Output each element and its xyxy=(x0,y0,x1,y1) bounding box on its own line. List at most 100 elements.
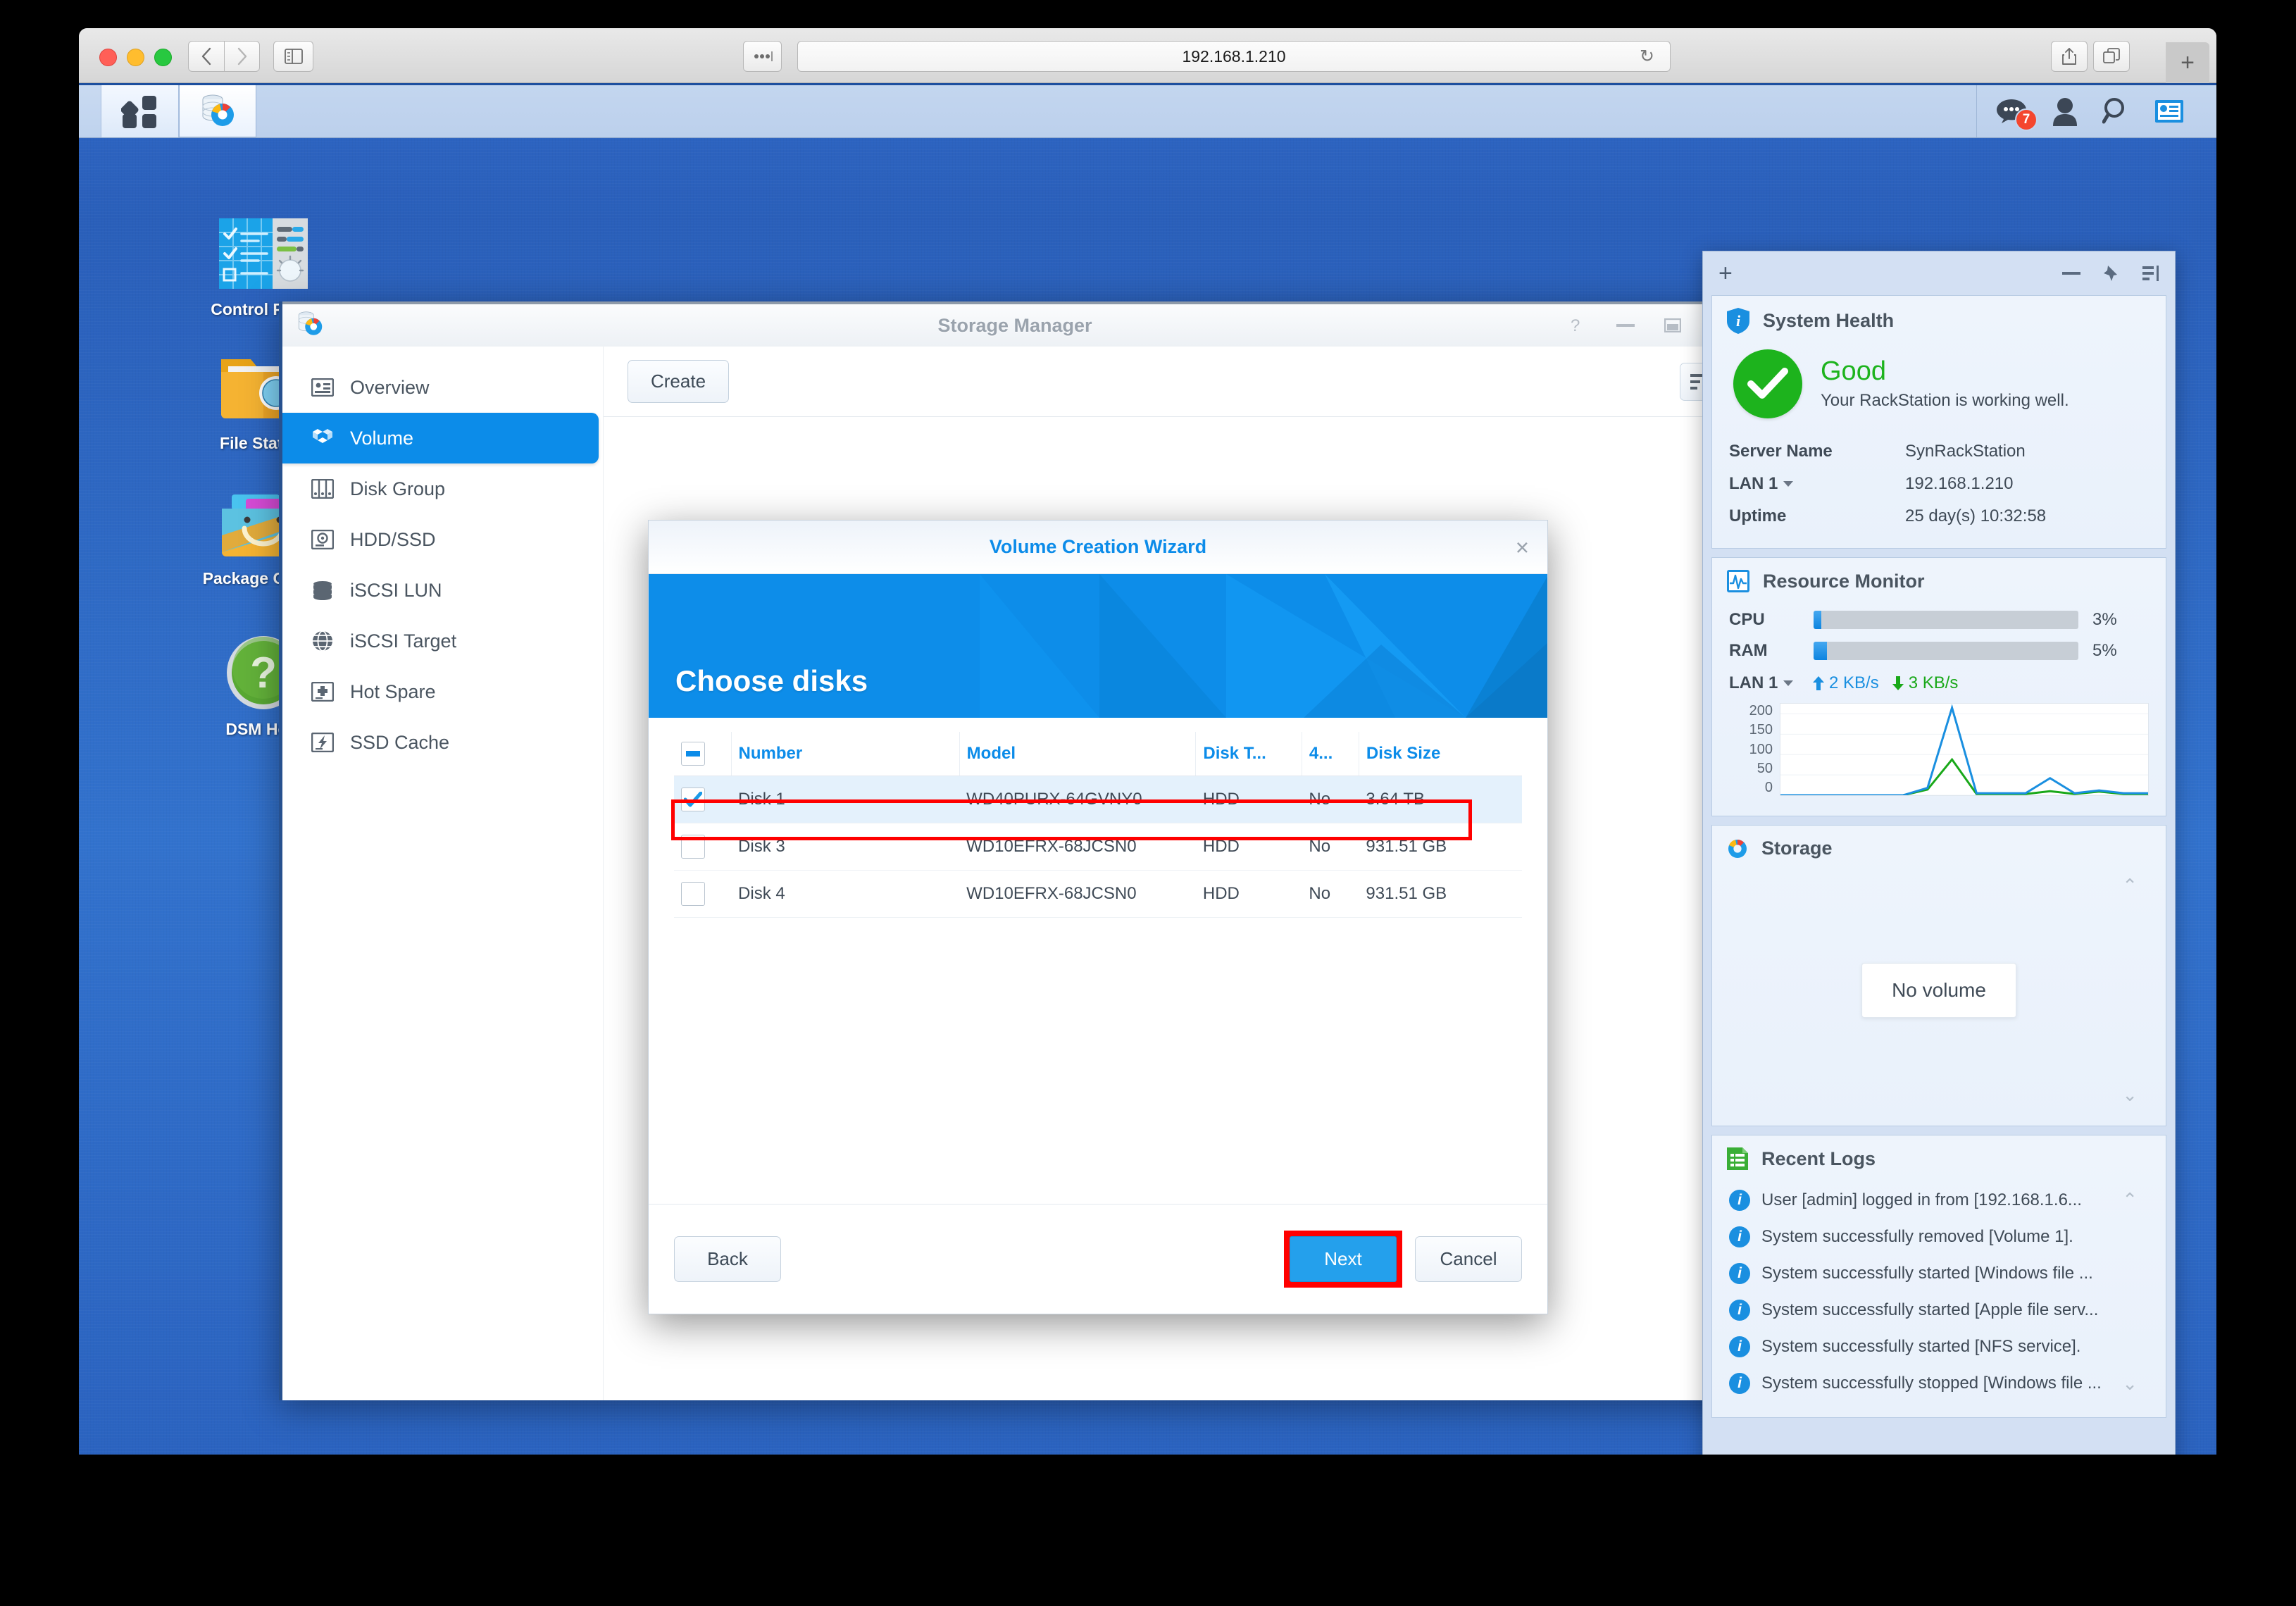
show-all-tabs-button[interactable] xyxy=(2093,41,2130,72)
field-lan-1[interactable]: LAN 1 192.168.1.210 xyxy=(1729,468,2149,500)
close-window-button[interactable] xyxy=(99,49,117,66)
wizard-title: Volume Creation Wizard xyxy=(990,536,1206,558)
taskbar-empty-area xyxy=(256,85,1976,137)
y-tick: 0 xyxy=(1729,780,1773,796)
iscsi-lun-icon xyxy=(311,578,335,602)
next-button[interactable]: Next xyxy=(1290,1236,1397,1282)
column-header-number[interactable]: Number xyxy=(731,732,959,776)
help-icon[interactable]: ? xyxy=(1570,316,1587,335)
y-tick: 200 xyxy=(1729,703,1773,719)
scroll-down-icon[interactable]: ⌄ xyxy=(2122,1084,2138,1106)
info-icon: i xyxy=(1729,1263,1750,1284)
storage-icon xyxy=(1726,837,1749,859)
select-all-checkbox[interactable] xyxy=(681,742,705,766)
sidebar-item-ssd-cache[interactable]: SSD Cache xyxy=(282,717,603,768)
sidebar-item-iscsi-lun[interactable]: iSCSI LUN xyxy=(282,565,603,616)
user-icon[interactable] xyxy=(2052,97,2078,126)
minimize-icon[interactable] xyxy=(2062,272,2080,275)
cell-4k: No xyxy=(1302,871,1359,918)
list-item[interactable]: iSystem successfully removed [Volume 1]. xyxy=(1729,1219,2112,1255)
chevron-down-icon[interactable] xyxy=(1783,680,1793,686)
meter-label: CPU xyxy=(1729,610,1799,630)
column-header-disk-size[interactable]: Disk Size xyxy=(1359,732,1522,776)
info-icon: i xyxy=(1729,1336,1750,1357)
search-icon[interactable] xyxy=(2102,97,2130,126)
info-icon: i xyxy=(1729,1190,1750,1211)
select-all-header[interactable] xyxy=(674,732,731,776)
address-bar[interactable]: 192.168.1.210 ↻ xyxy=(797,41,1671,72)
row-checkbox-cell[interactable] xyxy=(674,776,731,823)
table-row[interactable]: Disk 3 WD10EFRX-68JCSN0 HDD No 931.51 GB xyxy=(674,823,1522,871)
sidebar-item-label: Disk Group xyxy=(350,478,445,500)
storage-manager-sidebar: Overview Volume Disk Group xyxy=(282,347,604,1400)
notifications-icon[interactable]: 7 xyxy=(1995,97,2028,125)
scroll-up-icon[interactable]: ⌃ xyxy=(2122,1189,2138,1211)
layout-icon[interactable] xyxy=(2141,265,2159,282)
column-header-model[interactable]: Model xyxy=(959,732,1196,776)
sidebar-item-hot-spare[interactable]: Hot Spare xyxy=(282,666,603,717)
forward-button[interactable] xyxy=(224,41,260,72)
cancel-button[interactable]: Cancel xyxy=(1415,1236,1522,1282)
table-row[interactable]: Disk 4 WD10EFRX-68JCSN0 HDD No 931.51 GB xyxy=(674,871,1522,918)
reload-icon[interactable]: ↻ xyxy=(1640,46,1654,67)
disk-checkbox[interactable] xyxy=(681,882,705,906)
column-header-4k[interactable]: 4... xyxy=(1302,732,1359,776)
widget-title: Recent Logs xyxy=(1761,1148,1876,1170)
sidebar-item-disk-group[interactable]: Disk Group xyxy=(282,463,603,514)
scroll-down-icon[interactable]: ⌄ xyxy=(2122,1373,2138,1395)
row-checkbox-cell[interactable] xyxy=(674,823,731,871)
taskbar-item-storage-manager[interactable] xyxy=(179,85,256,137)
sidebar-item-iscsi-target[interactable]: iSCSI Target xyxy=(282,616,603,666)
taskbar-main-menu-button[interactable] xyxy=(101,85,179,137)
disk-group-icon xyxy=(311,477,335,501)
cell-model: WD10EFRX-68JCSN0 xyxy=(959,823,1196,871)
back-button[interactable]: Back xyxy=(674,1236,781,1282)
disk-checkbox[interactable] xyxy=(681,835,705,859)
scroll-up-icon[interactable]: ⌃ xyxy=(2122,875,2138,897)
share-button[interactable] xyxy=(2051,41,2088,72)
list-item[interactable]: iUser [admin] logged in from [192.168.1.… xyxy=(1729,1182,2112,1219)
widgets-icon[interactable] xyxy=(2154,99,2184,123)
pin-icon[interactable] xyxy=(2102,264,2120,282)
back-button[interactable] xyxy=(188,41,224,72)
maximize-window-button[interactable] xyxy=(154,49,172,66)
recent-logs-icon xyxy=(1726,1147,1749,1171)
list-item[interactable]: iSystem successfully stopped [Windows fi… xyxy=(1729,1365,2112,1402)
widget-header: Resource Monitor xyxy=(1712,558,2166,604)
widget-panel: + i System Health xyxy=(1702,251,2176,1455)
lan-selector[interactable]: LAN 1 xyxy=(1729,673,1799,693)
cell-disk-type: HDD xyxy=(1196,776,1302,823)
storage-manager-icon xyxy=(198,92,237,131)
cell-4k: No xyxy=(1302,823,1359,871)
list-item[interactable]: iSystem successfully started [NFS servic… xyxy=(1729,1328,2112,1365)
log-text: System successfully removed [Volume 1]. xyxy=(1761,1227,2073,1247)
ssd-cache-icon xyxy=(311,730,335,754)
meter-value: 3% xyxy=(2092,610,2149,630)
new-tab-button[interactable]: + xyxy=(2166,42,2209,83)
widget-header: i System Health xyxy=(1712,296,2166,345)
field-value: 25 day(s) 10:32:58 xyxy=(1905,506,2046,526)
sidebar-item-volume[interactable]: Volume xyxy=(282,413,599,463)
chevron-down-icon[interactable] xyxy=(1783,481,1793,487)
sidebar-item-overview[interactable]: Overview xyxy=(282,362,603,413)
table-row[interactable]: Disk 1 WD40PURX-64GVNY0 HDD No 3.64 TB xyxy=(674,776,1522,823)
disk-checkbox[interactable] xyxy=(681,788,705,811)
list-item[interactable]: iSystem successfully started [Apple file… xyxy=(1729,1292,2112,1328)
sidebar-item-hdd-ssd[interactable]: HDD/SSD xyxy=(282,514,603,565)
hot-spare-icon xyxy=(311,680,335,704)
sidebar-toggle-button[interactable] xyxy=(273,41,313,72)
maximize-icon[interactable] xyxy=(1664,318,1681,332)
main-menu-icon xyxy=(121,93,159,130)
close-icon[interactable]: × xyxy=(1516,535,1529,559)
row-checkbox-cell[interactable] xyxy=(674,871,731,918)
cell-number: Disk 1 xyxy=(731,776,959,823)
add-widget-icon[interactable]: + xyxy=(1718,261,1733,285)
list-item[interactable]: iSystem successfully started [Windows fi… xyxy=(1729,1255,2112,1292)
network-throughput-chart: 200 150 100 50 0 xyxy=(1729,703,2149,800)
column-header-disk-type[interactable]: Disk T... xyxy=(1196,732,1302,776)
create-button[interactable]: Create xyxy=(628,360,729,403)
minimize-icon[interactable] xyxy=(1616,324,1635,327)
more-options-button[interactable] xyxy=(743,41,782,72)
control-panel-icon xyxy=(218,217,309,292)
minimize-window-button[interactable] xyxy=(127,49,144,66)
